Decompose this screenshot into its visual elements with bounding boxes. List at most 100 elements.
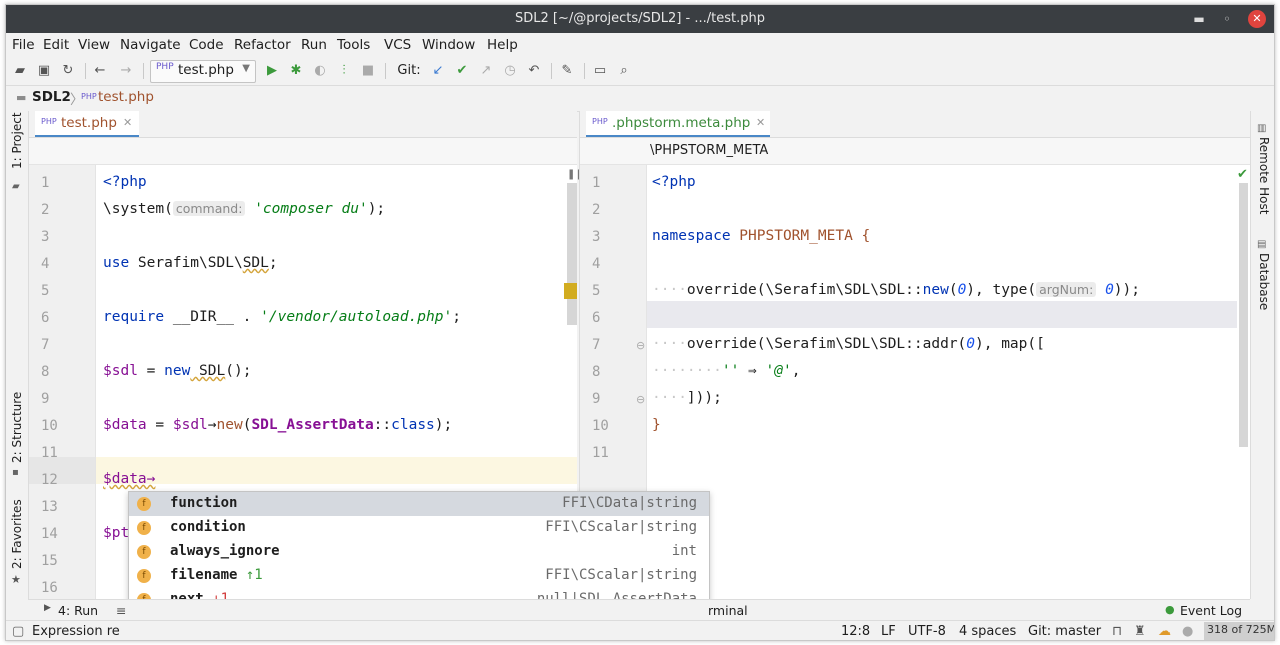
menu-run[interactable]: Run	[301, 37, 327, 53]
line-number: 12	[41, 472, 58, 488]
code-token: override(\Serafim\SDL\SDL::	[686, 282, 923, 298]
forward-icon[interactable]: →	[118, 61, 134, 81]
completion-name: function	[170, 495, 238, 511]
structure-tool-button[interactable]: 2: Structure	[10, 392, 24, 463]
maximize-icon[interactable]: ◦	[1218, 10, 1236, 28]
git-label: Git:	[397, 63, 421, 78]
code-line-3: namespace PHPSTORM_META {	[652, 228, 870, 244]
chevron-down-icon: ▼	[242, 63, 250, 74]
database-tool-button[interactable]: Database	[1257, 253, 1271, 310]
menu-edit[interactable]: Edit	[43, 37, 69, 53]
favorites-tool-button[interactable]: 2: Favorites	[10, 499, 24, 569]
close-icon[interactable]: ✕	[1248, 10, 1266, 28]
indent-guide: ········	[652, 363, 722, 379]
terminal-icon[interactable]: ▭	[592, 61, 608, 81]
completion-item[interactable]: f function FFI\CData|string	[129, 492, 709, 516]
git-push-icon[interactable]: ↗	[478, 61, 494, 81]
tab-close-icon[interactable]: ✕	[756, 116, 765, 129]
indent-guide: ····	[652, 336, 687, 352]
sync-icon[interactable]: ↻	[60, 61, 76, 81]
namespace-crumb[interactable]: \PHPSTORM_META	[650, 143, 768, 158]
status-toggle-icon[interactable]: ▢	[12, 624, 24, 639]
completion-name: condition	[170, 519, 246, 535]
line-number: 4	[592, 256, 601, 272]
code-line-7: ····override(\Serafim\SDL\SDL::addr(0), …	[652, 336, 1045, 352]
run-config-select[interactable]: PHP test.php ▼	[150, 60, 256, 83]
right-scrollbar[interactable]	[1239, 183, 1248, 447]
completion-item[interactable]: f always_ignore int	[129, 540, 709, 564]
git-branch[interactable]: Git: master	[1028, 624, 1101, 639]
menu-refactor[interactable]: Refactor	[234, 37, 291, 53]
line-separator[interactable]: LF	[881, 624, 896, 639]
notification-icon[interactable]: ●	[1182, 624, 1193, 639]
rollback-icon[interactable]: ↶	[526, 61, 542, 81]
code-token: ();	[225, 363, 252, 379]
code-token: ));	[1113, 282, 1140, 298]
breadcrumb-file[interactable]: test.php	[98, 89, 154, 105]
save-icon[interactable]: ▣	[36, 61, 52, 81]
settings-wrench-icon[interactable]: ✎	[559, 61, 575, 81]
code-token: ''	[721, 363, 740, 379]
minimize-icon[interactable]: ▬	[1190, 10, 1208, 28]
menu-file[interactable]: File	[12, 37, 35, 53]
back-icon[interactable]: ←	[92, 61, 108, 81]
completion-item[interactable]: f condition FFI\CScalar|string	[129, 516, 709, 540]
menu-code[interactable]: Code	[189, 37, 224, 53]
menu-window[interactable]: Window	[422, 37, 475, 53]
code-token: =	[137, 363, 165, 379]
tab-test-php[interactable]: PHP test.php ✕	[35, 111, 139, 137]
completion-name: filename ↑1	[170, 567, 263, 583]
completion-item[interactable]: f filename ↑1 FFI\CScalar|string	[129, 564, 709, 588]
database-icon: ▤	[1257, 239, 1267, 250]
debug-icon[interactable]: ✱	[288, 61, 304, 81]
lock-icon[interactable]: ⊓	[1112, 624, 1122, 639]
event-log-button[interactable]: Event Log	[1180, 603, 1242, 618]
code-token: new	[164, 363, 191, 379]
fold-open-icon[interactable]: ⊖	[636, 339, 645, 352]
php-file-icon: PHP	[156, 62, 174, 72]
left-scrollbar[interactable]	[567, 183, 577, 325]
code-token: __DIR__ .	[164, 309, 261, 325]
line-number: 3	[592, 229, 601, 245]
coverage-icon[interactable]: ◐	[312, 61, 328, 81]
history-icon[interactable]: ◷	[502, 61, 518, 81]
code-line-10: $data = $sdl→new(SDL_AssertData::class);	[103, 417, 452, 433]
file-encoding[interactable]: UTF-8	[908, 624, 946, 639]
code-token: Serafim\SDL\	[129, 255, 243, 271]
current-line-highlight	[647, 301, 1237, 328]
line-number: 9	[592, 391, 601, 407]
indent-setting[interactable]: 4 spaces	[959, 624, 1016, 639]
run-tool-button[interactable]: 4: Run	[58, 603, 98, 618]
terminal-tool-button[interactable]: rminal	[708, 603, 748, 618]
menu-tools[interactable]: Tools	[337, 37, 370, 53]
line-number: 6	[592, 310, 601, 326]
profile-icon[interactable]: ⫶	[336, 61, 352, 81]
project-tool-button[interactable]: 1: Project	[10, 112, 24, 169]
line-number: 11	[592, 445, 609, 461]
git-update-icon[interactable]: ↙	[430, 61, 446, 81]
breadcrumb-project[interactable]: SDL2	[32, 89, 71, 105]
memory-indicator[interactable]: 318 of 725M	[1204, 622, 1274, 640]
caret-position[interactable]: 12:8	[841, 624, 870, 639]
project-folder-icon: ▰	[12, 181, 20, 192]
right-code-crumbs: \PHPSTORM_META	[580, 138, 1250, 165]
toolbar-divider	[551, 63, 552, 79]
search-icon[interactable]: ⌕	[616, 61, 632, 81]
code-token: SDL	[190, 363, 226, 379]
run-icon[interactable]: ▶	[264, 61, 280, 81]
git-commit-icon[interactable]: ✔	[454, 61, 470, 81]
stop-icon[interactable]: ■	[360, 61, 376, 81]
remote-host-tool-button[interactable]: Remote Host	[1257, 137, 1271, 214]
fold-close-icon[interactable]: ⊖	[636, 393, 645, 406]
tab-close-icon[interactable]: ✕	[123, 116, 132, 129]
menu-vcs[interactable]: VCS	[384, 37, 411, 53]
tab-phpstorm-meta[interactable]: PHP .phpstorm.meta.php ✕	[586, 111, 770, 137]
menu-navigate[interactable]: Navigate	[120, 37, 181, 53]
menu-help[interactable]: Help	[487, 37, 518, 53]
menu-view[interactable]: View	[78, 37, 110, 53]
line-number: 5	[592, 283, 601, 299]
indent-guide: ····	[652, 282, 687, 298]
update-icon[interactable]: ☁	[1158, 624, 1171, 639]
open-folder-icon[interactable]: ▰	[12, 61, 28, 81]
inspector-icon[interactable]: ♜	[1134, 624, 1146, 639]
